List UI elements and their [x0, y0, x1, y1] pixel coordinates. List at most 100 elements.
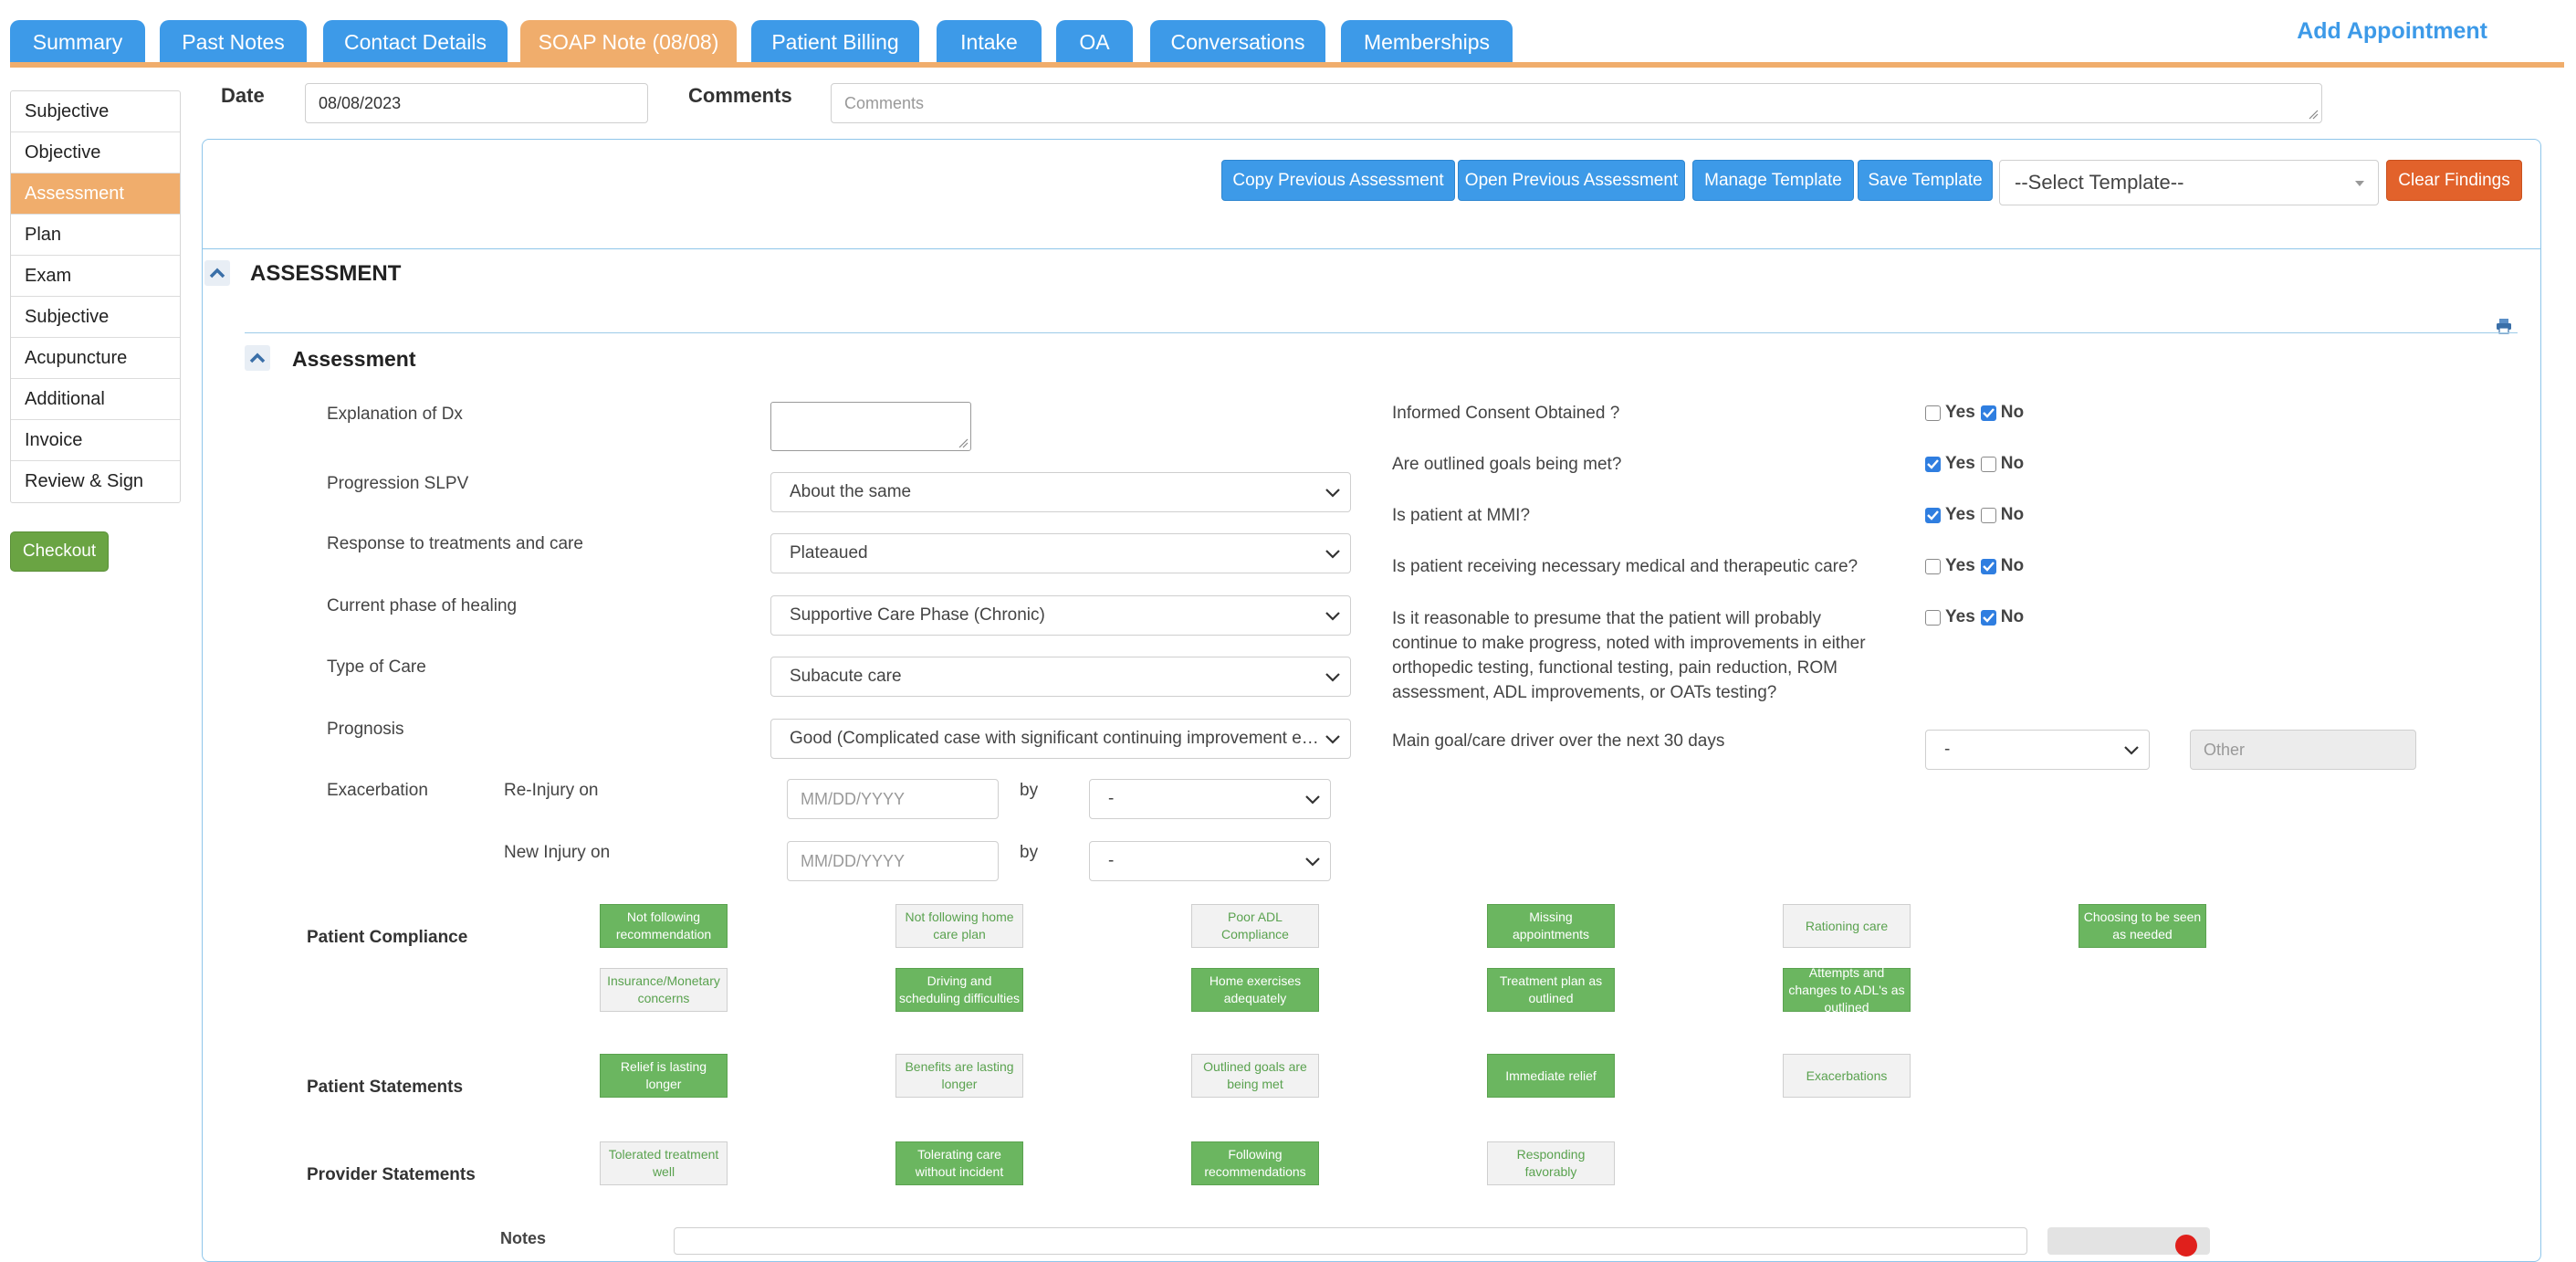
clear-findings-button[interactable]: Clear Findings [2386, 160, 2522, 201]
open-previous-assessment-button[interactable]: Open Previous Assessment [1458, 160, 1685, 201]
chip-choosing-to-be-seen[interactable]: Choosing to be seen as needed [2079, 904, 2206, 948]
chip-not-following-recommendation[interactable]: Not following recommendation [600, 904, 728, 948]
type-of-care-select[interactable]: Subacute care [770, 657, 1351, 697]
current-phase-select[interactable]: Supportive Care Phase (Chronic) [770, 595, 1351, 636]
no-checkbox[interactable] [1980, 405, 1996, 421]
sidebar-item-plan[interactable]: Plan [11, 215, 180, 256]
no-checkbox[interactable] [1980, 558, 1996, 574]
question-necessary-care: Is patient receiving necessary medical a… [1392, 557, 1859, 576]
notes-action-button[interactable] [2047, 1227, 2210, 1257]
section-title: ASSESSMENT [250, 261, 402, 286]
no-checkbox[interactable] [1980, 456, 1996, 472]
sidebar-item-subjective[interactable]: Subjective [11, 91, 180, 132]
caret-down-icon [2355, 181, 2364, 186]
chip-responding-favorably[interactable]: Responding favorably [1487, 1141, 1615, 1185]
date-label: Date [221, 84, 265, 107]
sidebar-item-objective[interactable]: Objective [11, 132, 180, 174]
main-goal-other-input[interactable]: Other [2190, 730, 2416, 770]
tab-intake[interactable]: Intake [937, 20, 1042, 64]
soap-sidebar: Subjective Objective Assessment Plan Exa… [10, 90, 181, 503]
tab-conversations[interactable]: Conversations [1150, 20, 1325, 64]
current-phase-label: Current phase of healing [327, 596, 518, 615]
chevron-down-icon [1325, 489, 1340, 498]
chip-driving-scheduling[interactable]: Driving and scheduling difficulties [895, 968, 1023, 1012]
chip-missing-appointments[interactable]: Missing appointments [1487, 904, 1615, 948]
progression-slpv-value: About the same [790, 482, 912, 501]
prognosis-value: Good (Complicated case with significant … [790, 729, 1326, 748]
subsection-divider [245, 332, 2518, 333]
chip-home-exercises[interactable]: Home exercises adequately [1191, 968, 1319, 1012]
new-injury-by-select[interactable]: - [1089, 841, 1331, 881]
new-injury-date-input[interactable]: MM/DD/YYYY [787, 841, 999, 881]
yes-checkbox[interactable] [1925, 609, 1941, 626]
yes-no-necessary-care: Yes No [1925, 556, 2024, 576]
chip-immediate-relief[interactable]: Immediate relief [1487, 1054, 1615, 1098]
sidebar-item-subjective-2[interactable]: Subjective [11, 297, 180, 338]
tab-summary[interactable]: Summary [10, 20, 145, 64]
tab-contact-details[interactable]: Contact Details [323, 20, 508, 64]
sidebar-item-assessment[interactable]: Assessment [11, 174, 180, 215]
resize-handle-icon[interactable] [2308, 109, 2319, 120]
yes-checkbox[interactable] [1925, 405, 1941, 421]
no-checkbox[interactable] [1980, 609, 1996, 626]
chip-tolerating-care[interactable]: Tolerating care without incident [895, 1141, 1023, 1185]
main-goal-label: Main goal/care driver over the next 30 d… [1392, 731, 1725, 751]
prognosis-select[interactable]: Good (Complicated case with significant … [770, 719, 1351, 759]
explanation-of-dx-textarea[interactable] [770, 402, 971, 451]
response-to-treatments-select[interactable]: Plateaued [770, 533, 1351, 573]
comments-textarea[interactable]: Comments [831, 83, 2322, 123]
chip-attempts-changes-adl[interactable]: Attempts and changes to ADL's as outline… [1783, 965, 1911, 1015]
tab-underline [10, 62, 2564, 68]
tab-patient-billing[interactable]: Patient Billing [751, 20, 919, 64]
no-label: No [2000, 607, 2025, 626]
progression-slpv-select[interactable]: About the same [770, 472, 1351, 512]
reinjury-date-placeholder: MM/DD/YYYY [801, 789, 906, 808]
sidebar-item-additional[interactable]: Additional [11, 379, 180, 420]
reinjury-by-label: by [1020, 781, 1039, 800]
chip-poor-adl-compliance[interactable]: Poor ADL Compliance [1191, 904, 1319, 948]
chip-outlined-goals-met[interactable]: Outlined goals are being met [1191, 1054, 1319, 1098]
no-label: No [2000, 403, 2025, 422]
no-label: No [2000, 505, 2025, 524]
chip-treatment-plan[interactable]: Treatment plan as outlined [1487, 968, 1615, 1012]
chip-following-recommendations[interactable]: Following recommendations [1191, 1141, 1319, 1185]
sidebar-item-invoice[interactable]: Invoice [11, 420, 180, 461]
chip-benefits-lasting-longer[interactable]: Benefits are lasting longer [895, 1054, 1023, 1098]
yes-checkbox[interactable] [1925, 456, 1941, 472]
tab-memberships[interactable]: Memberships [1341, 20, 1513, 64]
main-goal-select[interactable]: - [1925, 730, 2150, 770]
tab-oa[interactable]: OA [1056, 20, 1133, 64]
tab-soap-note[interactable]: SOAP Note (08/08) [520, 20, 737, 64]
resize-handle-icon[interactable] [958, 437, 969, 448]
collapse-assessment-subsection-icon[interactable] [245, 345, 270, 371]
manage-template-button[interactable]: Manage Template [1692, 160, 1854, 201]
sidebar-item-acupuncture[interactable]: Acupuncture [11, 338, 180, 379]
chip-insurance-monetary[interactable]: Insurance/Monetary concerns [600, 968, 728, 1012]
copy-previous-assessment-button[interactable]: Copy Previous Assessment [1221, 160, 1455, 201]
reinjury-date-input[interactable]: MM/DD/YYYY [787, 779, 999, 819]
reinjury-by-select[interactable]: - [1089, 779, 1331, 819]
panel-header-divider [203, 248, 2540, 249]
save-template-button[interactable]: Save Template [1858, 160, 1993, 201]
notes-textarea[interactable] [674, 1227, 2027, 1255]
sidebar-item-review-sign[interactable]: Review & Sign [11, 461, 180, 502]
yes-checkbox[interactable] [1925, 558, 1941, 574]
add-appointment-link[interactable]: Add Appointment [2297, 18, 2487, 45]
chip-rationing-care[interactable]: Rationing care [1783, 904, 1911, 948]
question-informed-consent: Informed Consent Obtained ? [1392, 404, 1620, 423]
chip-relief-lasting-longer[interactable]: Relief is lasting longer [600, 1054, 728, 1098]
checkout-button[interactable]: Checkout [10, 531, 109, 572]
new-injury-label: New Injury on [504, 843, 611, 862]
chip-exacerbations[interactable]: Exacerbations [1783, 1054, 1911, 1098]
chip-not-following-home-care-plan[interactable]: Not following home care plan [895, 904, 1023, 948]
select-template-dropdown[interactable]: --Select Template-- [1999, 160, 2379, 205]
chevron-down-icon [1325, 673, 1340, 682]
chip-tolerated-treatment[interactable]: Tolerated treatment well [600, 1141, 728, 1185]
yes-label: Yes [1945, 607, 1975, 626]
collapse-assessment-section-icon[interactable] [204, 260, 230, 286]
yes-checkbox[interactable] [1925, 507, 1941, 523]
date-input[interactable]: 08/08/2023 [305, 83, 648, 123]
sidebar-item-exam[interactable]: Exam [11, 256, 180, 297]
no-checkbox[interactable] [1980, 507, 1996, 523]
tab-past-notes[interactable]: Past Notes [160, 20, 307, 64]
